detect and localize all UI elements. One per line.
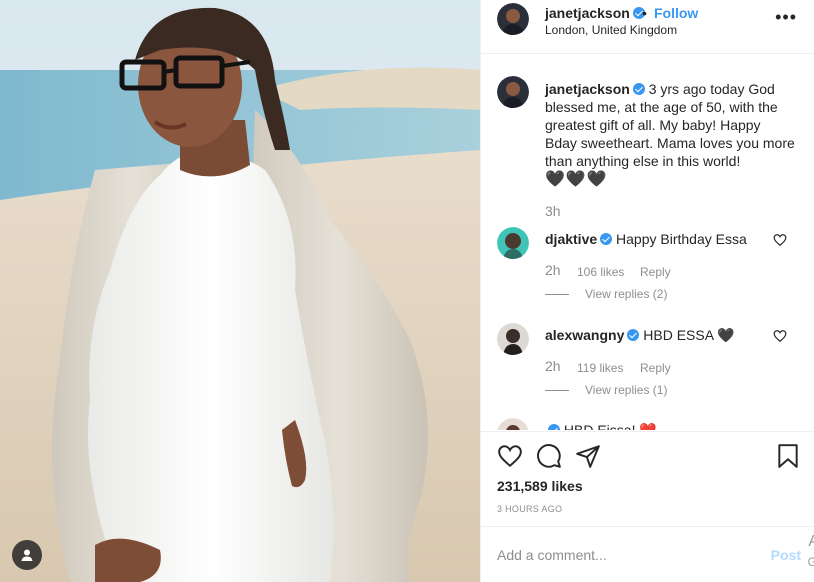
share-icon[interactable] (575, 443, 601, 469)
edge-letter-g: G (807, 555, 814, 569)
comment-time[interactable]: 2h (545, 358, 561, 374)
avatar[interactable] (497, 323, 529, 355)
location-link[interactable]: London, United Kingdom (545, 23, 677, 37)
comment-body: Happy Birthday Essa (616, 231, 747, 247)
comment-icon[interactable] (536, 443, 562, 469)
comments-section[interactable]: janetjackson 3 yrs ago today God blessed… (481, 55, 814, 430)
comment-username[interactable]: djaktive (545, 231, 597, 247)
post-timestamp[interactable]: 3 HOURS AGO (497, 504, 562, 514)
comment-time[interactable]: 2h (545, 262, 561, 278)
reply-button[interactable]: Reply (640, 361, 671, 375)
separator-dot: • (642, 5, 647, 21)
comment-text: djaktive Happy Birthday Essa (545, 231, 747, 247)
comment-text: HBD Eissa! ❤️ (545, 422, 657, 430)
view-replies-label: View replies (1) (585, 383, 668, 397)
heart-icon[interactable] (497, 443, 523, 469)
verified-badge-icon (548, 424, 560, 430)
comment-text: alexwangny HBD ESSA 🖤 (545, 327, 735, 344)
profile-photo (497, 418, 529, 430)
instagram-post: janetjackson • Follow London, United Kin… (0, 0, 814, 582)
post-actions: 231,589 likes 3 HOURS AGO (481, 431, 814, 525)
replies-line (545, 294, 569, 296)
post-image (0, 0, 480, 582)
add-comment-bar: Post A G (481, 526, 814, 582)
user-tag-button[interactable] (12, 540, 42, 570)
edge-letter-a: A (808, 533, 814, 550)
comment-input[interactable] (497, 545, 757, 565)
view-replies-button[interactable]: View replies (1) (545, 383, 667, 397)
reply-button[interactable]: Reply (640, 265, 671, 279)
avatar[interactable] (497, 418, 529, 430)
black-hearts-emoji: 🖤🖤🖤 (545, 171, 608, 188)
likes-count[interactable]: 231,589 likes (497, 478, 583, 494)
avatar[interactable] (497, 3, 529, 35)
follow-button[interactable]: Follow (654, 5, 698, 21)
avatar[interactable] (497, 227, 529, 259)
replies-line (545, 390, 569, 392)
post-photo[interactable] (0, 0, 480, 582)
caption-text: janetjackson 3 yrs ago today God blessed… (545, 80, 795, 189)
comment-body: HBD ESSA 🖤 (643, 327, 735, 343)
view-replies-button[interactable]: View replies (2) (545, 287, 667, 301)
verified-badge-icon (632, 83, 645, 95)
verified-badge-icon (627, 329, 640, 341)
post-header: janetjackson • Follow London, United Kin… (481, 0, 814, 54)
profile-photo (497, 227, 529, 259)
caption-username[interactable]: janetjackson (545, 81, 630, 97)
like-heart-icon[interactable] (773, 329, 787, 343)
comment-likes[interactable]: 119 likes (577, 361, 623, 375)
like-heart-icon[interactable] (773, 233, 787, 247)
profile-photo (497, 76, 529, 108)
avatar[interactable] (497, 76, 529, 108)
comment-body: HBD Eissa! ❤️ (563, 422, 657, 430)
caption-time[interactable]: 3h (545, 203, 561, 219)
profile-photo (497, 3, 529, 35)
post-sidebar: janetjackson • Follow London, United Kin… (480, 0, 814, 582)
comment-username[interactable]: alexwangny (545, 327, 624, 343)
comment-likes[interactable]: 106 likes (577, 265, 624, 279)
header-username[interactable]: janetjackson (545, 5, 645, 21)
profile-photo (497, 323, 529, 355)
view-replies-label: View replies (2) (585, 287, 668, 301)
verified-badge-icon (600, 233, 613, 245)
bookmark-icon[interactable] (775, 443, 801, 469)
post-comment-button[interactable]: Post (771, 547, 801, 563)
user-icon (21, 549, 33, 561)
more-options-icon[interactable]: ••• (775, 7, 797, 28)
